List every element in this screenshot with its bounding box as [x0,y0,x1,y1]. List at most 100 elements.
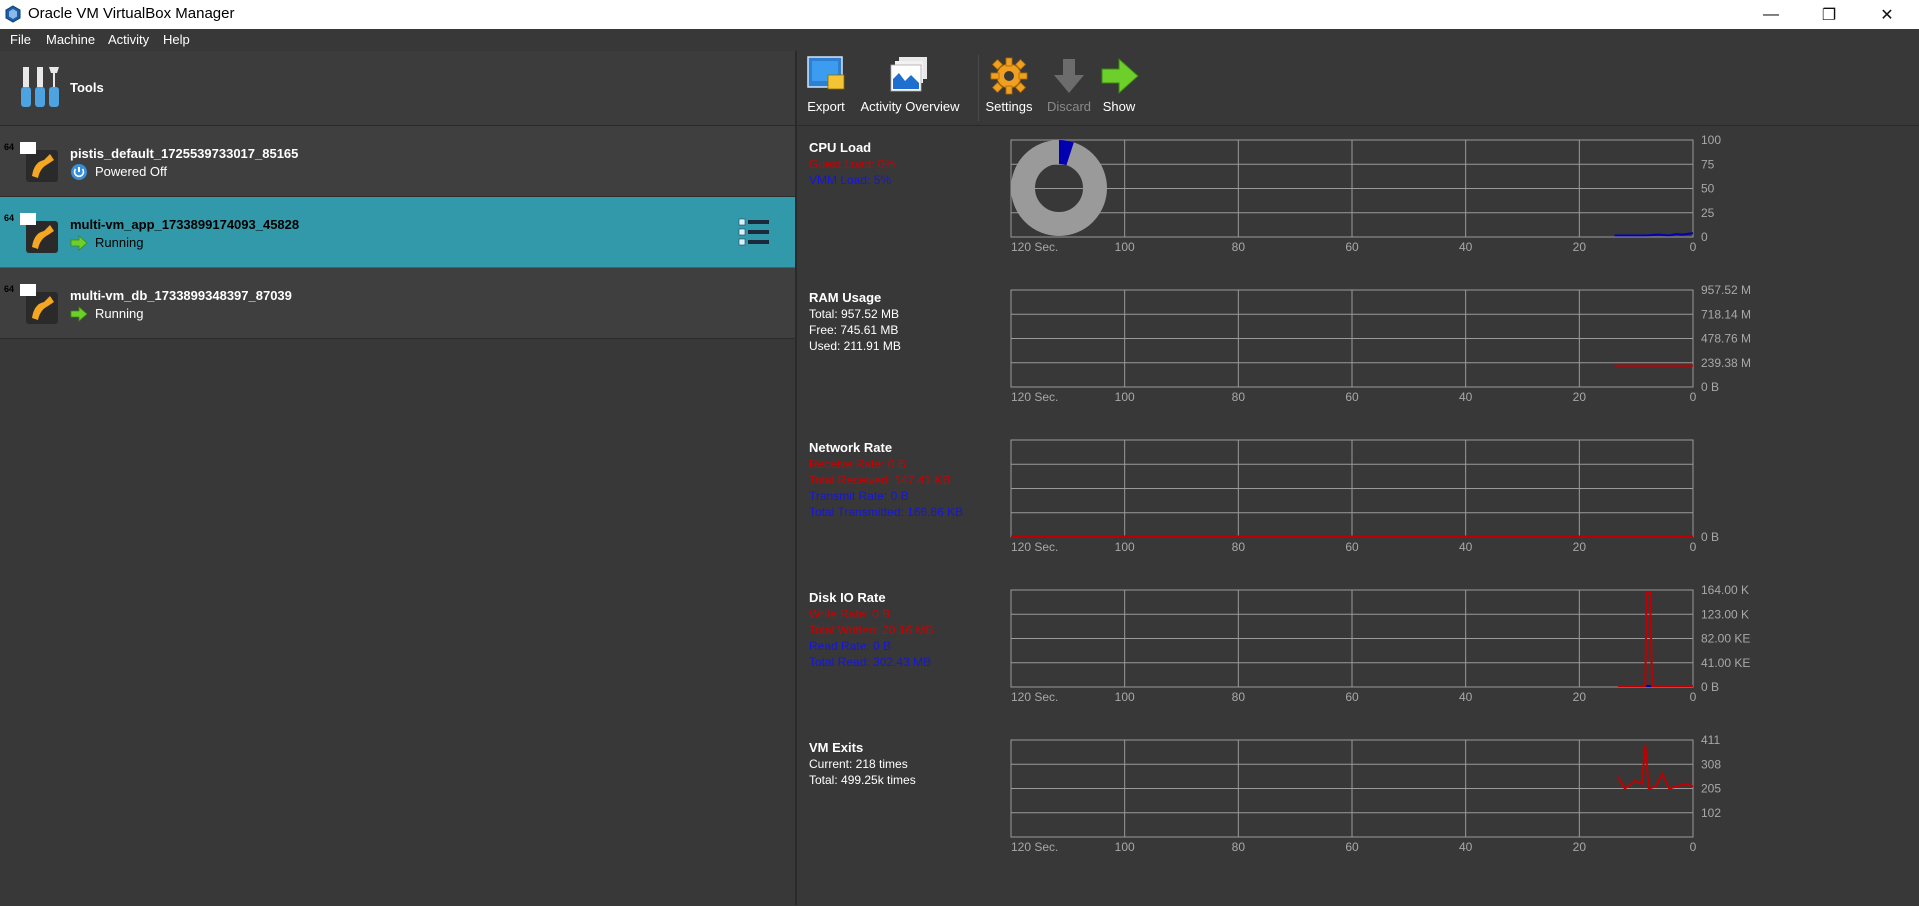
vm-os-icon [20,142,58,182]
show-label: Show [1102,99,1136,114]
ram-chart: 120 Sec. 100 80 60 40 20 0 957.52 M 718.14 M 478.… [1010,283,1751,404]
virtualbox-icon [5,5,21,23]
series-line [1617,744,1694,790]
y-tick-label: 239.38 M [1701,356,1751,370]
details-menu-icon[interactable] [738,217,770,247]
menu-bar: File Machine Activity Help [0,29,795,51]
arch-badge: 64 [3,142,14,152]
menu-help[interactable]: Help [163,32,190,47]
vm-state: Powered Off [95,164,168,179]
x-tick-label: 0 [1690,840,1697,854]
activity-overview-button[interactable]: Activity Overview [859,55,961,114]
x-tick-label: 40 [1459,840,1473,854]
series-line [1614,232,1694,237]
x-tick-label: 40 [1459,690,1473,704]
discard-label: Discard [1046,99,1092,114]
metric-disk: Disk IO Rate Write Rate: 0 B Total Writt… [797,576,1919,726]
x-tick-label: 80 [1232,240,1246,254]
x-tick-label: 100 [1115,690,1135,704]
disk-chart: 120 Sec. 100 80 60 40 20 0 164.00 K 123.00 K 82.0… [1010,583,1750,704]
title-bar: Oracle VM VirtualBox Manager — ❐ ✕ [0,0,1919,29]
y-tick-label: 957.52 M [1701,283,1751,297]
network-chart: 120 Sec. 100 80 60 40 20 0 0 B [1010,439,1719,554]
activity-overview-icon [890,57,927,92]
metric-network: Network Rate Receive Rate: 0 B Total Rec… [797,426,1919,576]
vm-state: Running [95,306,144,321]
x-tick-label: 100 [1115,840,1135,854]
vm-item-multi-vm-app[interactable]: 64 multi-vm_app_1733899174093_45828 Runn… [0,197,795,268]
x-tick-label: 20 [1573,540,1587,554]
show-button[interactable]: Show [1099,55,1139,114]
minimize-button[interactable]: — [1742,0,1800,29]
tools-label: Tools [70,80,104,95]
settings-button[interactable]: Settings [981,55,1037,114]
tools-item[interactable]: Tools [0,51,795,126]
vm-exits-chart: 120 Sec. 100 80 60 40 20 0 411 308 205 102 [1010,733,1721,854]
x-tick-label: 120 Sec. [1011,390,1058,404]
x-tick-label: 100 [1115,540,1135,554]
machine-list-pane: Tools 64 pistis_default_1725539733017_85… [0,51,795,905]
show-arrow-right-icon [1101,57,1139,95]
y-tick-label: 82.00 KE [1701,632,1750,646]
y-tick-label: 41.00 KE [1701,656,1750,670]
vm-name: multi-vm_db_1733899348397_87039 [70,288,292,303]
y-tick-label: 0 [1701,230,1708,244]
window-title: Oracle VM VirtualBox Manager [28,5,235,22]
y-tick-label: 25 [1701,206,1715,220]
x-tick-label: 20 [1573,690,1587,704]
y-tick-label: 102 [1701,806,1721,820]
x-tick-label: 20 [1573,390,1587,404]
y-tick-label: 164.00 K [1701,583,1749,597]
x-tick-label: 80 [1232,540,1246,554]
y-tick-label: 205 [1701,782,1721,796]
running-arrow-icon [70,306,88,322]
arch-badge: 64 [3,284,14,294]
y-tick-label: 718.14 M [1701,307,1751,321]
vm-name: pistis_default_1725539733017_85165 [70,146,299,161]
x-tick-label: 40 [1459,390,1473,404]
cpu-chart: 120 Sec. 100 80 60 40 20 0 100 75 50 25 0 [1010,133,1721,254]
x-tick-label: 100 [1115,240,1135,254]
vm-item-multi-vm-db[interactable]: 64 multi-vm_db_1733899348397_87039 Runni… [0,268,795,339]
x-tick-label: 0 [1690,390,1697,404]
vm-os-icon [20,213,58,253]
settings-label: Settings [985,99,1033,114]
discard-arrow-down-icon [1054,59,1084,93]
x-tick-label: 60 [1345,690,1359,704]
toolbar-separator [978,55,979,121]
metric-ram: RAM Usage Total: 957.52 MB Free: 745.61 … [797,276,1919,426]
y-tick-label: 0 B [1701,380,1719,394]
x-tick-label: 0 [1690,540,1697,554]
menu-machine[interactable]: Machine [46,32,95,47]
x-tick-label: 60 [1345,390,1359,404]
x-tick-label: 80 [1232,390,1246,404]
x-tick-label: 0 [1690,240,1697,254]
vm-state: Running [95,235,144,250]
menu-activity[interactable]: Activity [108,32,149,47]
y-tick-label: 123.00 K [1701,607,1749,621]
x-tick-label: 120 Sec. [1011,240,1058,254]
x-tick-label: 120 Sec. [1011,540,1058,554]
export-button[interactable]: Export [803,55,849,114]
maximize-button[interactable]: ❐ [1800,0,1858,29]
x-tick-label: 20 [1573,240,1587,254]
vm-item-pistis[interactable]: 64 pistis_default_1725539733017_85165 Po… [0,126,795,197]
metric-vm-exits: VM Exits Current: 218 times Total: 499.2… [797,726,1919,876]
y-tick-label: 75 [1701,157,1715,171]
menu-file[interactable]: File [10,32,31,47]
vm-toolbar: Export Activity Overview Settings Discar… [797,51,1919,125]
arch-badge: 64 [3,213,14,223]
y-tick-label: 100 [1701,133,1721,147]
x-tick-label: 60 [1345,540,1359,554]
close-button[interactable]: ✕ [1858,0,1916,29]
x-tick-label: 120 Sec. [1011,840,1058,854]
x-tick-label: 40 [1459,540,1473,554]
x-tick-label: 20 [1573,840,1587,854]
x-tick-label: 80 [1232,840,1246,854]
export-label: Export [807,99,845,114]
vm-name: multi-vm_app_1733899174093_45828 [70,217,300,232]
x-tick-label: 60 [1345,840,1359,854]
discard-button[interactable]: Discard [1043,55,1095,114]
gear-icon [990,57,1028,95]
metric-cpu: CPU Load Guest Load: 0% VMM Load: 5% 120… [797,126,1919,276]
